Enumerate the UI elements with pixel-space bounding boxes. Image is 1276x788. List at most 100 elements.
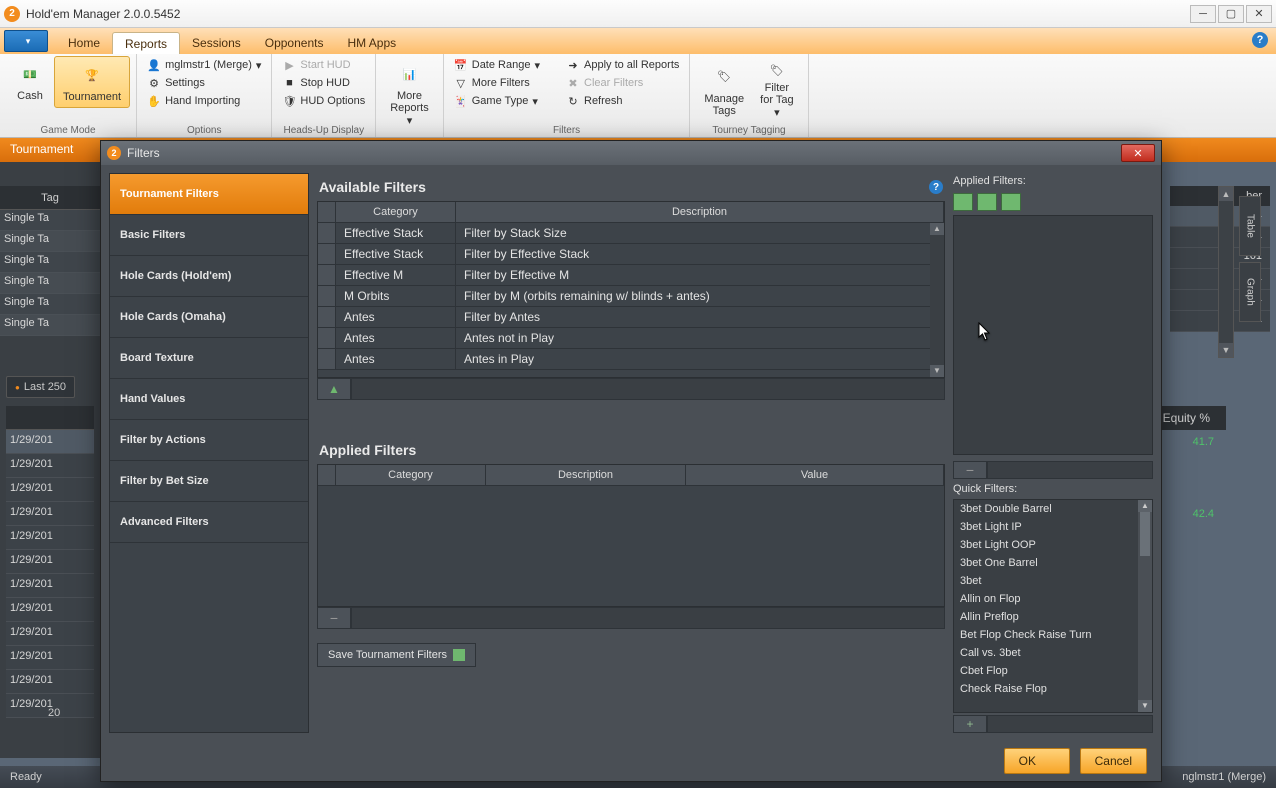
filter-category-basic-filters[interactable]: Basic Filters xyxy=(110,215,308,256)
quick-filter-item[interactable]: Call vs. 3bet xyxy=(954,644,1152,662)
quick-filter-item[interactable]: Cbet Flop xyxy=(954,662,1152,680)
cash-mode-button[interactable]: 💵 Cash xyxy=(6,56,54,106)
available-filter-row[interactable]: Effective StackFilter by Effective Stack xyxy=(318,244,944,265)
bg-date-row[interactable]: 1/29/201 xyxy=(6,670,94,694)
applied-box-hscroll[interactable] xyxy=(987,461,1153,479)
menu-tab-hm-apps[interactable]: HM Apps xyxy=(335,32,408,54)
filter-category-hand-values[interactable]: Hand Values xyxy=(110,379,308,420)
bg-left-row[interactable]: Single Ta xyxy=(0,231,100,252)
save-tournament-filters-button[interactable]: Save Tournament Filters xyxy=(317,643,476,667)
avail-hscroll[interactable] xyxy=(351,378,945,400)
bg-date-row[interactable]: 1/29/201 xyxy=(6,550,94,574)
filter-category-hole-cards-hold-em-[interactable]: Hole Cards (Hold'em) xyxy=(110,256,308,297)
hud-options-button[interactable]: 🛡HUD Options xyxy=(278,92,369,110)
available-filter-row[interactable]: Effective MFilter by Effective M xyxy=(318,265,944,286)
applied-col-description[interactable]: Description xyxy=(486,465,686,485)
available-help-icon[interactable]: ? xyxy=(929,180,943,194)
available-filter-row[interactable]: M OrbitsFilter by M (orbits remaining w/… xyxy=(318,286,944,307)
bg-left-row[interactable]: Single Ta xyxy=(0,273,100,294)
bg-date-row[interactable]: 1/29/201 xyxy=(6,454,94,478)
manage-tags-button[interactable]: 🏷 Manage Tags xyxy=(696,56,752,123)
filter-category-hole-cards-omaha-[interactable]: Hole Cards (Omaha) xyxy=(110,297,308,338)
bg-date-row[interactable]: 1/29/201 xyxy=(6,526,94,550)
stop-hud-button[interactable]: ■Stop HUD xyxy=(278,74,369,92)
filter-category-advanced-filters[interactable]: Advanced Filters xyxy=(110,502,308,543)
quick-filter-hscroll[interactable] xyxy=(987,715,1153,733)
refresh-button[interactable]: ↻Refresh xyxy=(562,92,683,110)
quick-filter-item[interactable]: Allin on Flop xyxy=(954,590,1152,608)
ok-button[interactable]: OK xyxy=(1004,748,1070,774)
menu-tab-opponents[interactable]: Opponents xyxy=(253,32,336,54)
quick-filter-item[interactable]: Bet Flop Check Raise Turn xyxy=(954,626,1152,644)
applied-remove-button[interactable]: − xyxy=(953,461,987,479)
avail-col-category[interactable]: Category xyxy=(336,202,456,222)
minimize-button[interactable]: ─ xyxy=(1190,5,1216,23)
applied-hscroll[interactable] xyxy=(351,607,945,629)
apply-all-reports-button[interactable]: ➜Apply to all Reports xyxy=(562,56,683,74)
bg-date-row[interactable]: 1/29/201 xyxy=(6,646,94,670)
game-type-button[interactable]: 🃏Game Type ▾ xyxy=(450,92,544,110)
available-filter-row[interactable]: AntesFilter by Antes xyxy=(318,307,944,328)
more-filters-button[interactable]: ▽More Filters xyxy=(450,74,544,92)
applied-col-category[interactable]: Category xyxy=(336,465,486,485)
table-side-tab[interactable]: Table xyxy=(1239,196,1261,256)
filter-category-board-texture[interactable]: Board Texture xyxy=(110,338,308,379)
bg-date-row[interactable]: 1/29/201 xyxy=(6,430,94,454)
filter-category-tournament-filters[interactable]: Tournament Filters xyxy=(110,174,308,215)
bg-date-row[interactable]: 1/29/201 xyxy=(6,478,94,502)
menu-tab-sessions[interactable]: Sessions xyxy=(180,32,253,54)
available-filter-row[interactable]: AntesAntes in Play xyxy=(318,349,944,370)
available-filter-row[interactable]: Effective StackFilter by Stack Size xyxy=(318,223,944,244)
dialog-close-button[interactable]: ✕ xyxy=(1121,144,1155,162)
bg-vscroll[interactable]: ▲▼ xyxy=(1218,186,1234,358)
date-range-button[interactable]: 📅Date Range ▾ xyxy=(450,56,544,74)
tournament-mode-button[interactable]: 🏆 Tournament xyxy=(54,56,130,108)
bg-left-row[interactable]: Single Ta xyxy=(0,210,100,231)
bg-date-row[interactable]: 1/29/201 xyxy=(6,574,94,598)
quick-access-button[interactable] xyxy=(4,30,48,52)
load-filter-set-icon[interactable] xyxy=(977,193,997,211)
menu-tab-reports[interactable]: Reports xyxy=(112,32,180,54)
last-250-button[interactable]: Last 250 xyxy=(6,376,75,398)
filter-category-filter-by-actions[interactable]: Filter by Actions xyxy=(110,420,308,461)
menu-tab-home[interactable]: Home xyxy=(56,32,112,54)
clear-filters-button[interactable]: ✖Clear Filters xyxy=(562,74,683,92)
bg-date-row[interactable]: 1/29/201 xyxy=(6,598,94,622)
cash-icon: 💵 xyxy=(14,60,46,88)
applied-col-value[interactable]: Value xyxy=(686,465,944,485)
more-reports-button[interactable]: 📊 More Reports ▾ xyxy=(382,56,437,131)
start-hud-button[interactable]: ▶Start HUD xyxy=(278,56,369,74)
quick-filters-scrollbar[interactable]: ▲▼ xyxy=(1138,500,1152,712)
quick-filter-add-button[interactable]: + xyxy=(953,715,987,733)
bg-date-row[interactable]: 1/29/201 xyxy=(6,502,94,526)
filter-category-filter-by-bet-size[interactable]: Filter by Bet Size xyxy=(110,461,308,502)
quick-filter-item[interactable]: 3bet Light IP xyxy=(954,518,1152,536)
quick-filter-item[interactable]: 3bet Light OOP xyxy=(954,536,1152,554)
avail-col-description[interactable]: Description xyxy=(456,202,944,222)
bg-left-row[interactable]: Single Ta xyxy=(0,294,100,315)
filter-for-tag-button[interactable]: 🏷 Filter for Tag ▾ xyxy=(752,56,801,123)
quick-filter-item[interactable]: Allin Preflop xyxy=(954,608,1152,626)
help-icon[interactable]: ? xyxy=(1252,32,1268,48)
save-filter-set-icon[interactable] xyxy=(953,193,973,211)
available-filter-row[interactable]: AntesAntes not in Play xyxy=(318,328,944,349)
dialog-titlebar[interactable]: 2 Filters ✕ xyxy=(101,141,1161,165)
cancel-button[interactable]: Cancel xyxy=(1080,748,1147,774)
hand-importing-button[interactable]: ✋Hand Importing xyxy=(143,92,265,110)
player-dropdown[interactable]: 👤mglmstr1 (Merge) ▾ xyxy=(143,56,265,74)
bg-date-row[interactable]: 1/29/201 xyxy=(6,622,94,646)
bg-left-row[interactable]: Single Ta xyxy=(0,252,100,273)
close-window-button[interactable]: ✕ xyxy=(1246,5,1272,23)
remove-filter-button[interactable]: − xyxy=(317,607,351,629)
quick-filter-item[interactable]: 3bet One Barrel xyxy=(954,554,1152,572)
export-filter-set-icon[interactable] xyxy=(1001,193,1021,211)
avail-scrollbar[interactable]: ▲▼ xyxy=(930,223,944,377)
bg-left-row[interactable]: Single Ta xyxy=(0,315,100,336)
add-filter-button[interactable]: ▲ xyxy=(317,378,351,400)
quick-filter-item[interactable]: 3bet Double Barrel xyxy=(954,500,1152,518)
settings-button[interactable]: ⚙Settings xyxy=(143,74,265,92)
quick-filter-item[interactable]: 3bet xyxy=(954,572,1152,590)
maximize-button[interactable]: ▢ xyxy=(1218,5,1244,23)
quick-filter-item[interactable]: Check Raise Flop xyxy=(954,680,1152,698)
graph-side-tab[interactable]: Graph xyxy=(1239,262,1261,322)
